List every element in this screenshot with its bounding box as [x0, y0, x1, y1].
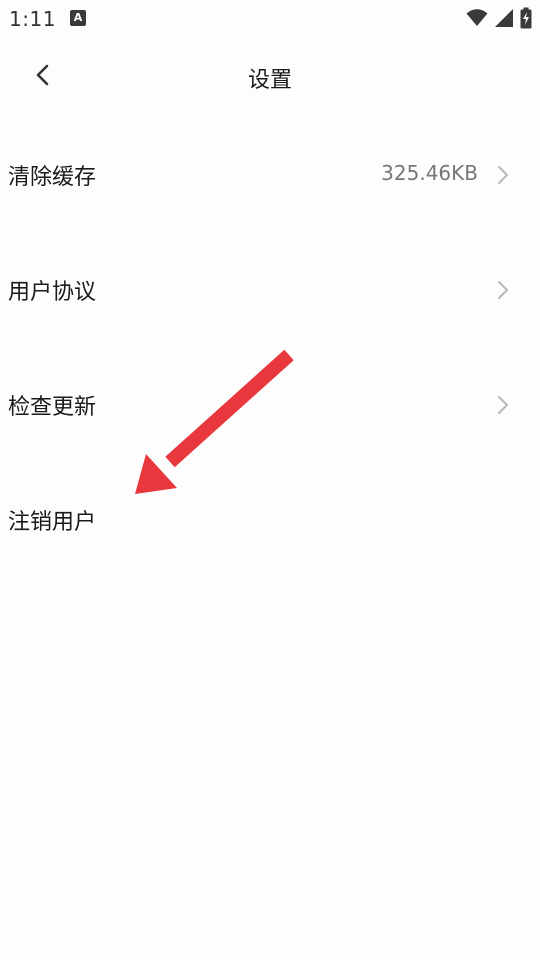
settings-row-user-agreement[interactable]: 用户协议 [0, 233, 540, 348]
settings-row-deregister-user[interactable]: 注销用户 [0, 463, 540, 578]
notification-a-icon: A [70, 10, 86, 26]
settings-row-label: 用户协议 [8, 280, 97, 305]
settings-row-clear-cache[interactable]: 清除缓存 325.46KB [0, 118, 540, 233]
status-icons [466, 7, 532, 29]
settings-row-label: 检查更新 [8, 395, 97, 420]
settings-list: 清除缓存 325.46KB 用户协议 检查更新 注销用户 [0, 118, 540, 578]
wifi-icon [466, 9, 488, 27]
settings-row-label: 注销用户 [8, 510, 97, 535]
battery-charging-icon [520, 7, 532, 29]
chevron-right-icon [496, 164, 510, 186]
chevron-right-icon [496, 279, 510, 301]
app-header: 设置 [0, 48, 540, 104]
signal-icon [494, 8, 514, 28]
status-time: 1:11 [9, 7, 56, 31]
chevron-right-icon [496, 394, 510, 416]
settings-row-label: 清除缓存 [8, 165, 97, 190]
settings-row-check-update[interactable]: 检查更新 [0, 348, 540, 463]
status-bar: 1:11 A [0, 0, 540, 36]
page-title: 设置 [247, 68, 292, 93]
cache-size-value: 325.46KB [381, 161, 478, 185]
